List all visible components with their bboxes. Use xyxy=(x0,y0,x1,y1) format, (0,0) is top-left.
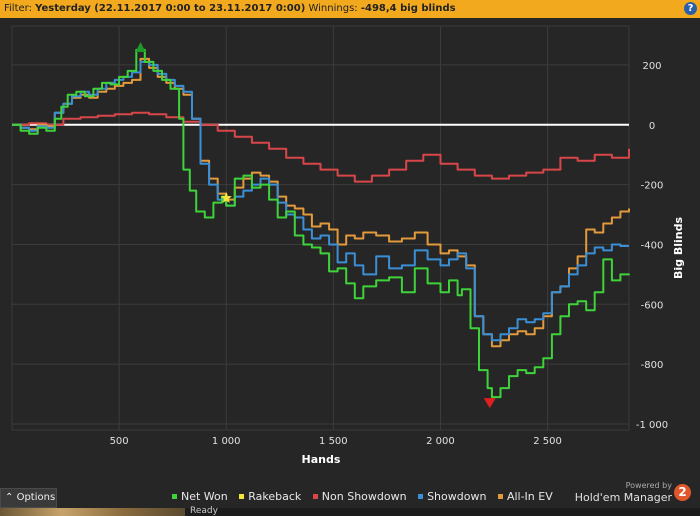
help-icon[interactable]: ? xyxy=(684,2,697,15)
y-tick-label: 200 xyxy=(642,61,661,72)
filter-value[interactable]: Yesterday (22.11.2017 0:00 to 23.11.2017… xyxy=(35,3,305,14)
legend-item-showdown[interactable]: Showdown xyxy=(418,490,486,503)
legend-label: Net Won xyxy=(181,490,228,503)
plot-background xyxy=(11,25,630,431)
legend-label: Showdown xyxy=(427,490,487,503)
legend: Net Won Rakeback Non Showdown Showdown A… xyxy=(172,490,561,504)
x-tick-label: 500 xyxy=(110,436,129,447)
legend-swatch xyxy=(418,493,424,499)
y-tick-label: -400 xyxy=(641,240,664,251)
legend-swatch xyxy=(497,493,503,499)
legend-swatch xyxy=(172,493,177,499)
legend-label: Rakeback xyxy=(248,490,302,503)
legend-item-net-won[interactable]: Net Won xyxy=(172,490,228,503)
x-tick-label: 2 000 xyxy=(426,436,455,447)
legend-item-all-in-ev[interactable]: All-In EV xyxy=(497,490,553,503)
brand-name: Hold'em Manager xyxy=(574,491,672,504)
legend-swatch xyxy=(312,493,318,499)
thumbnail-image xyxy=(0,508,185,516)
y-tick-label: -800 xyxy=(641,360,664,371)
legend-item-non-showdown[interactable]: Non Showdown xyxy=(312,490,407,503)
x-tick-label: 1 500 xyxy=(319,436,348,447)
options-button[interactable]: ⌃ Options xyxy=(0,488,57,508)
y-tick-label: 0 xyxy=(649,121,655,132)
legend-label: Non Showdown xyxy=(321,490,407,503)
y-tick-label: -1 000 xyxy=(636,420,668,431)
legend-label: All-In EV xyxy=(506,490,553,503)
winnings-value: -498,4 big blinds xyxy=(360,3,456,14)
y-axis-label: Big Blinds xyxy=(672,217,685,279)
winnings-chart: 500 1 000 1 500 2 000 2 500 200 0 -200 -400 -600 -… xyxy=(11,25,685,466)
powered-by-text: Powered by xyxy=(625,481,672,490)
filter-label: Filter: xyxy=(4,3,32,14)
winnings-label: Winnings: xyxy=(308,3,358,14)
x-tick-label: 2 500 xyxy=(533,436,562,447)
legend-item-rakeback[interactable]: Rakeback xyxy=(239,490,301,503)
legend-swatch xyxy=(239,493,245,499)
chevron-up-icon: ⌃ xyxy=(5,492,14,503)
brand-logo-icon: 2 xyxy=(674,484,691,501)
y-tick-label: -600 xyxy=(641,300,664,311)
y-tick-label: -200 xyxy=(641,181,664,192)
x-tick-label: 1 000 xyxy=(212,436,241,447)
filter-bar: Filter: Yesterday (22.11.2017 0:00 to 23… xyxy=(0,0,700,18)
status-text: Ready xyxy=(190,506,218,516)
options-label: Options xyxy=(16,492,56,503)
x-axis-label: Hands xyxy=(302,453,341,466)
